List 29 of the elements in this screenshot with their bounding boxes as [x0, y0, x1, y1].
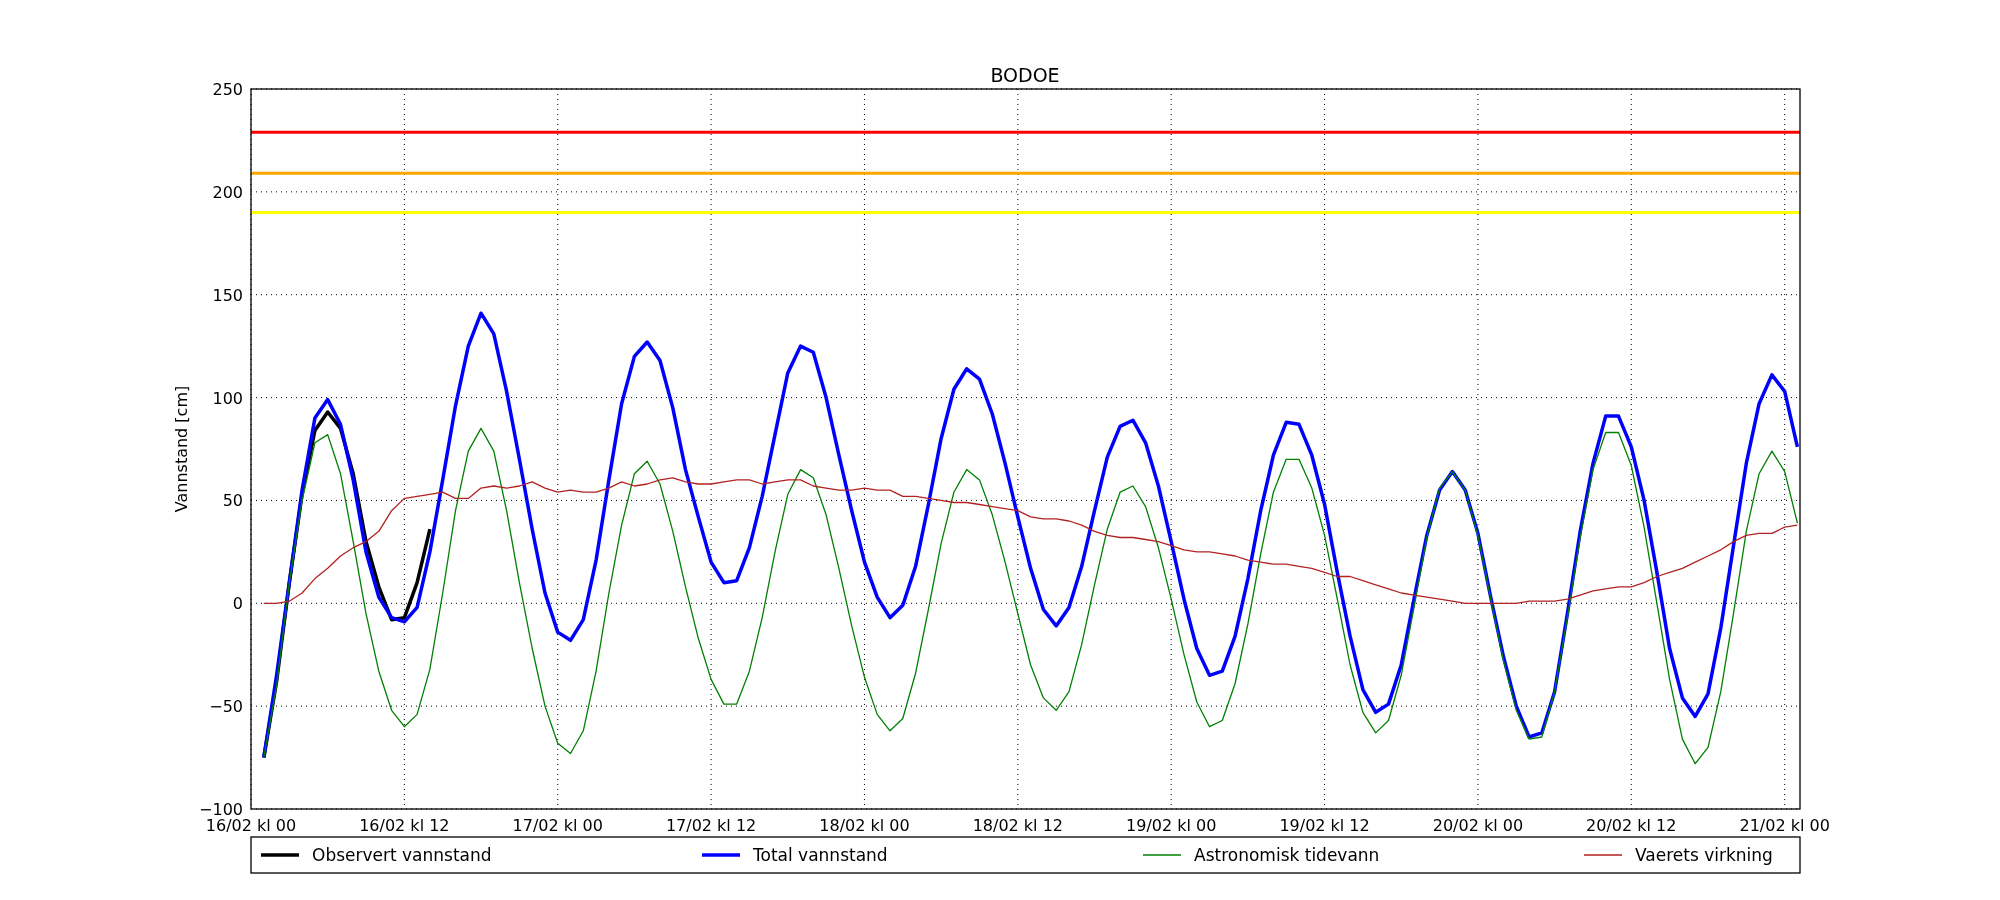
legend-line-icon — [1583, 854, 1623, 856]
x-tick-label: 18/02 kl 12 — [972, 816, 1063, 835]
y-tick-label: 0 — [232, 594, 243, 614]
x-tick-label: 21/02 kl 00 — [1739, 816, 1830, 835]
y-tick-label: 150 — [212, 285, 243, 305]
chart-title: BODOE — [990, 64, 1060, 86]
y-tick-label: −100 — [199, 800, 243, 819]
x-tick-label: 19/02 kl 12 — [1279, 816, 1370, 835]
legend-label: Observert vannstand — [312, 845, 492, 865]
y-tick-label: 250 — [212, 80, 243, 99]
legend-line-icon — [261, 853, 299, 857]
x-tick-label: 20/02 kl 00 — [1432, 816, 1524, 835]
y-tick-label: 50 — [222, 491, 243, 511]
x-tick-label: 16/02 kl 00 — [205, 816, 297, 835]
x-tick-label: 17/02 kl 00 — [512, 816, 603, 835]
y-tick-label: 200 — [212, 182, 243, 202]
legend-label: Total vannstand — [753, 845, 888, 865]
x-tick-label: 17/02 kl 12 — [665, 816, 757, 835]
legend-label: Vaerets virkning — [1635, 845, 1773, 865]
x-tick-label: 19/02 kl 00 — [1126, 816, 1217, 835]
x-tick-label: 18/02 kl 00 — [819, 816, 910, 835]
y-tick-label: 100 — [212, 388, 243, 408]
legend-line-icon — [1142, 854, 1182, 856]
x-tick-label: 20/02 kl 12 — [1586, 816, 1677, 835]
legend-line-icon — [702, 853, 740, 857]
legend-label: Astronomisk tidevann — [1194, 845, 1380, 865]
y-axis-label: Vannstand [cm] — [172, 385, 191, 513]
x-tick-label: 16/02 kl 12 — [359, 816, 450, 835]
y-tick-label: −50 — [209, 697, 243, 717]
